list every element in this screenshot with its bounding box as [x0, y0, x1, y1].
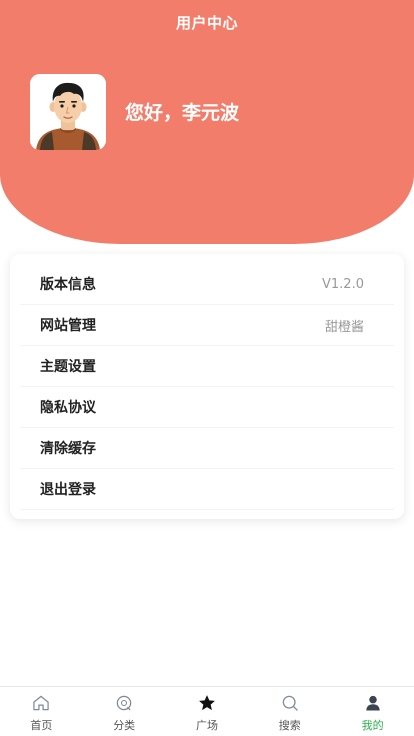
search-icon: [282, 695, 298, 711]
site-name-value: 甜橙酱: [324, 319, 364, 335]
star-icon: [199, 695, 215, 711]
avatar[interactable]: [30, 74, 106, 150]
menu-item-logout[interactable]: 退出登录: [20, 469, 394, 510]
tab-mine[interactable]: 我的: [331, 687, 414, 736]
menu-item-label: 版本信息: [40, 277, 96, 293]
category-icon: [116, 695, 132, 711]
profile-header: 用户中心 您好，李元波: [0, 0, 414, 244]
tab-label: 搜索: [278, 719, 301, 732]
menu-item-label: 网站管理: [40, 318, 96, 334]
menu-item-label: 退出登录: [40, 482, 96, 498]
menu-item-label: 清除缓存: [40, 441, 96, 457]
tab-label: 分类: [113, 719, 136, 732]
tab-label: 首页: [30, 719, 53, 732]
avatar-illustration: [30, 74, 106, 150]
menu-item-version[interactable]: 版本信息 V1.2.0: [20, 264, 394, 305]
tab-home[interactable]: 首页: [0, 687, 83, 736]
greeting-text: 您好，李元波: [125, 102, 240, 124]
tab-label: 广场: [195, 719, 218, 732]
tab-label: 我的: [361, 719, 384, 732]
menu-item-site-management[interactable]: 网站管理 甜橙酱: [20, 305, 394, 346]
settings-menu: 版本信息 V1.2.0 网站管理 甜橙酱 主题设置 隐私协议 清除缓存 退出登录: [10, 254, 404, 519]
menu-item-clear-cache[interactable]: 清除缓存: [20, 428, 394, 469]
home-icon: [33, 695, 50, 711]
tab-search[interactable]: 搜索: [248, 687, 331, 736]
menu-item-label: 隐私协议: [40, 400, 96, 416]
menu-item-privacy[interactable]: 隐私协议: [20, 387, 394, 428]
page-title: 用户中心: [175, 14, 238, 32]
menu-item-theme[interactable]: 主题设置: [20, 346, 394, 387]
menu-item-label: 主题设置: [40, 359, 96, 375]
version-value: V1.2.0: [322, 276, 364, 292]
user-icon: [365, 695, 380, 711]
tab-category[interactable]: 分类: [83, 687, 166, 736]
tab-square[interactable]: 广场: [166, 687, 249, 736]
bottom-tab-bar: 首页 分类 广场 搜索 我的: [0, 686, 414, 736]
